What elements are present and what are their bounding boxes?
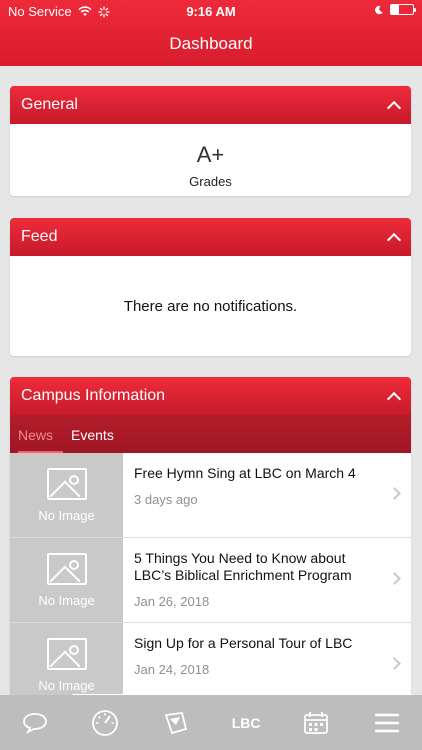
menu-icon[interactable] (367, 703, 407, 743)
general-card-title: General (21, 96, 78, 113)
tab-events[interactable]: Events (71, 415, 124, 453)
status-time: 9:16 AM (186, 4, 236, 19)
news-thumbnail: No Image (10, 538, 123, 622)
dashboard-gauge-icon[interactable] (85, 703, 125, 743)
graduation-icon[interactable] (156, 703, 196, 743)
chat-bubble-icon[interactable] (15, 703, 55, 743)
grade-label: Grades (189, 174, 232, 189)
feed-card: Feed There are no notifications. (10, 218, 411, 356)
image-placeholder-icon (46, 467, 87, 500)
feed-card-title: Feed (21, 228, 58, 245)
lbc-logo[interactable]: LBC (226, 703, 266, 743)
battery-icon (390, 4, 416, 15)
calendar-icon[interactable] (296, 703, 336, 743)
campus-card-header[interactable]: Campus Information (10, 377, 411, 415)
campus-card-title: Campus Information (21, 387, 166, 404)
news-thumbnail: No Image (10, 623, 123, 695)
no-image-label: No Image (38, 677, 95, 693)
general-card: General A+ Grades (10, 86, 411, 196)
campus-tabs: News Events (10, 415, 411, 453)
news-date: 3 days ago (134, 492, 198, 507)
news-item[interactable]: No Image Free Hymn Sing at LBC on March … (10, 453, 411, 538)
image-placeholder-icon (46, 637, 87, 670)
top-bar: No Service 9:16 AM Dashboard (0, 0, 422, 66)
status-bar: No Service 9:16 AM (0, 4, 422, 20)
feed-empty-message: There are no notifications. (123, 297, 298, 315)
no-image-label: No Image (38, 592, 95, 608)
tab-news[interactable]: News (18, 415, 64, 453)
news-item[interactable]: No Image 5 Things You Need to Know about… (10, 538, 411, 623)
news-title: Sign Up for a Personal Tour of LBC (134, 635, 353, 651)
general-card-header[interactable]: General (10, 86, 411, 124)
feed-card-header[interactable]: Feed (10, 218, 411, 256)
moon-icon (375, 5, 383, 14)
collapse-chevron-icon[interactable] (386, 100, 402, 115)
grade-value: A+ (196, 142, 225, 167)
news-item[interactable]: No Image Sign Up for a Personal Tour of … (10, 623, 411, 695)
news-title: Free Hymn Sing at LBC on March 4 (134, 465, 356, 481)
grades-widget[interactable]: A+ Grades (10, 124, 411, 196)
news-date: Jan 26, 2018 (134, 594, 210, 609)
collapse-chevron-icon[interactable] (386, 232, 402, 247)
collapse-chevron-icon[interactable] (386, 391, 402, 406)
news-date: Jan 24, 2018 (134, 662, 210, 677)
no-image-label: No Image (38, 507, 95, 523)
campus-card: Campus Information News Events No Image … (10, 377, 411, 695)
page-title: Dashboard (169, 34, 253, 53)
bottom-tab-bar: LBC (0, 695, 422, 750)
image-placeholder-icon (46, 552, 87, 585)
news-title: 5 Things You Need to Know about LBC’s Bi… (134, 550, 352, 583)
news-thumbnail: No Image (10, 453, 123, 537)
